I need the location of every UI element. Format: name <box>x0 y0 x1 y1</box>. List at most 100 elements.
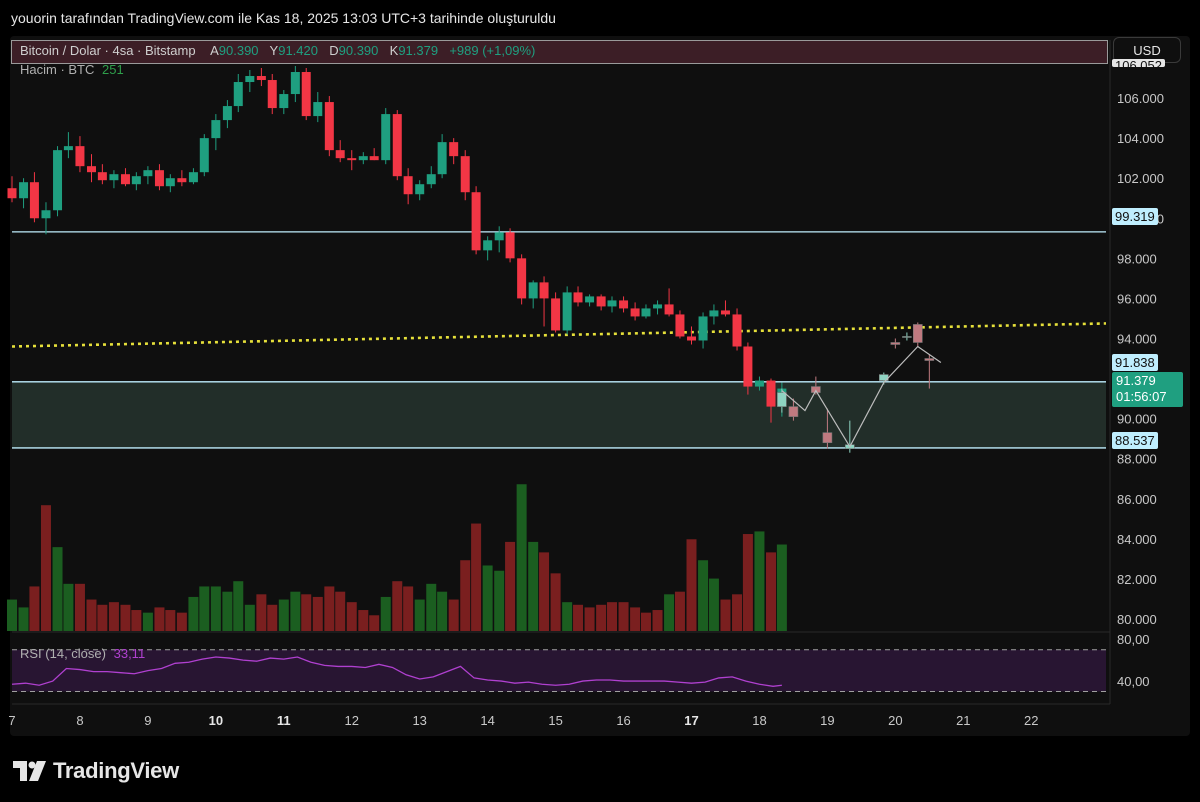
volume-bar-40 <box>460 560 471 631</box>
volume-bar-11 <box>131 610 142 631</box>
candle-14 <box>165 174 175 193</box>
volume-bar-56 <box>640 612 651 631</box>
candle-20 <box>233 74 243 113</box>
volume-bar-15 <box>176 612 187 631</box>
volume-bar-41 <box>471 523 482 631</box>
volume-bar-7 <box>86 599 97 631</box>
candle-12 <box>143 166 153 185</box>
volume-bar-14 <box>165 610 176 631</box>
candle-57 <box>653 300 663 315</box>
price-tick-11: 104.000 <box>1117 131 1164 146</box>
price-tick-8: 98.000 <box>1117 251 1157 266</box>
ohlc-legend-bar[interactable]: Bitcoin / Dolar · 4sa · Bitstamp A 90.390… <box>11 40 1108 64</box>
candle-1 <box>19 178 29 209</box>
projected-candle-8 <box>912 322 923 347</box>
volume-bar-1 <box>18 607 29 631</box>
candle-58 <box>664 288 674 317</box>
volume-bar-17 <box>199 586 210 631</box>
candle-22 <box>256 68 266 87</box>
candle-56 <box>641 304 651 319</box>
volume-bar-54 <box>618 602 629 631</box>
price-tick-6: 94.000 <box>1117 331 1157 346</box>
price-tick-4: 88.000 <box>1117 452 1157 467</box>
low-label: D <box>329 43 339 58</box>
candle-18 <box>211 114 221 151</box>
price-pill-level-3: 88.537 <box>1112 432 1158 449</box>
candle-15 <box>177 170 187 187</box>
candle-7 <box>87 154 97 183</box>
symbol-label[interactable]: Bitcoin / Dolar · 4sa · Bitstamp <box>20 43 196 58</box>
date-tick-10: 10 <box>209 713 223 728</box>
volume-bar-8 <box>97 604 108 631</box>
candle-55 <box>630 302 640 321</box>
volume-bar-30 <box>346 602 357 631</box>
price-tick-7: 96.000 <box>1117 291 1157 306</box>
volume-bar-34 <box>392 581 403 631</box>
date-tick-8: 8 <box>76 713 83 728</box>
date-tick-18: 18 <box>752 713 766 728</box>
candle-61 <box>698 312 708 349</box>
candle-11 <box>131 172 141 191</box>
volume-bar-67 <box>766 552 777 631</box>
candle-59 <box>675 310 685 339</box>
volume-bar-36 <box>414 599 425 631</box>
volume-bar-45 <box>516 484 527 631</box>
tradingview-logo[interactable]: TradingView <box>13 758 179 784</box>
candle-17 <box>199 134 209 177</box>
candle-35 <box>403 168 413 205</box>
rsi-tick-1: 80,00 <box>1117 632 1150 647</box>
candle-3 <box>41 202 51 235</box>
volume-bar-35 <box>403 586 414 631</box>
candle-6 <box>75 136 85 173</box>
candle-34 <box>392 110 402 181</box>
volume-bar-0 <box>7 599 17 631</box>
volume-bar-53 <box>607 602 618 631</box>
volume-bar-23 <box>267 604 278 631</box>
candle-51 <box>585 294 595 307</box>
volume-bar-13 <box>154 607 165 631</box>
rsi-legend[interactable]: RSI (14, close) 33,11 <box>20 646 145 661</box>
high-value: 91.420 <box>278 43 318 58</box>
candle-63 <box>720 300 730 317</box>
date-tick-16: 16 <box>616 713 630 728</box>
candle-50 <box>573 286 583 307</box>
candle-27 <box>313 92 323 123</box>
volume-bar-60 <box>686 539 697 631</box>
candle-countdown: 01:56:07 <box>1116 389 1167 404</box>
date-tick-13: 13 <box>412 713 426 728</box>
candle-33 <box>381 108 391 165</box>
volume-bar-12 <box>142 612 153 631</box>
chart-canvas[interactable]: 80.000 82.000 84.000 86.000 88.000 90.000 94.0… <box>0 0 1200 802</box>
volume-bar-29 <box>335 591 346 631</box>
date-tick-21: 21 <box>956 713 970 728</box>
volume-bar-32 <box>369 615 380 631</box>
volume-bar-25 <box>290 591 301 631</box>
volume-bar-31 <box>358 610 369 631</box>
close-label: K <box>389 43 399 58</box>
volume-bar-10 <box>120 604 131 631</box>
open-label: A <box>210 43 219 58</box>
candle-21 <box>245 70 255 93</box>
candle-46 <box>528 280 538 309</box>
candle-5 <box>63 132 73 159</box>
candle-42 <box>483 236 493 261</box>
candle-54 <box>619 296 629 313</box>
change-value: +989 (+1,09%) <box>449 43 536 58</box>
candle-37 <box>426 166 436 189</box>
price-tick-1: 82.000 <box>1117 572 1157 587</box>
candle-39 <box>449 138 459 165</box>
candle-32 <box>369 148 379 161</box>
low-value: 90.390 <box>338 43 379 58</box>
volume-legend[interactable]: Hacim · BTC 251 <box>20 62 124 77</box>
volume-bar-66 <box>754 531 765 631</box>
rsi-legend-value: 33,11 <box>113 646 146 661</box>
price-tick-12: 106.000 <box>1117 91 1164 106</box>
volume-legend-value: 251 <box>102 62 124 77</box>
projected-candle-6 <box>890 338 901 349</box>
current-price-pill: 91.379 01:56:07 <box>1112 372 1183 407</box>
volume-bar-5 <box>63 583 74 631</box>
candle-53 <box>607 296 617 313</box>
candle-23 <box>267 74 277 115</box>
volume-bar-9 <box>108 602 119 631</box>
candle-25 <box>290 65 300 103</box>
